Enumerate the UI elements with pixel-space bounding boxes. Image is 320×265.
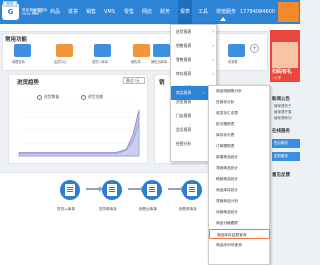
- menu-item-label: 进货报表: [176, 29, 192, 34]
- submenu-item[interactable]: 滞销商品分析: [209, 196, 270, 206]
- promo-image: [272, 42, 298, 68]
- chart-range-select[interactable]: 最近7天: [123, 77, 145, 84]
- purchase-trend-chart: [18, 103, 140, 157]
- menu-item-label: 门店报表: [176, 113, 192, 118]
- news-item[interactable]: 管家婆开春: [274, 110, 292, 115]
- submenu-item[interactable]: 滞销商品统计: [209, 163, 270, 173]
- quick-label-order-query[interactable]: 单据查询: [12, 59, 25, 64]
- chevron-right-icon: ›: [212, 71, 214, 76]
- flow-step-icon[interactable]: [102, 180, 122, 200]
- chevron-right-icon: ›: [203, 90, 205, 95]
- menu-item-purchase-reports[interactable]: 进货报表 ›: [171, 25, 217, 39]
- flow-step-icon[interactable]: [142, 180, 162, 200]
- purchase-in-icon[interactable]: [94, 44, 111, 57]
- menu-item-label: 销售报表: [176, 43, 192, 48]
- news-item[interactable]: 管家婆关于: [274, 104, 292, 109]
- order-query-icon[interactable]: [14, 44, 31, 57]
- legend-amount-marker: [81, 94, 86, 100]
- nav-home[interactable]: 首页: [32, 0, 42, 24]
- online-service-title: 在线服务: [272, 129, 290, 134]
- menu-item-label: 经营分析: [176, 141, 192, 146]
- document-icon: [65, 184, 75, 196]
- custom-service-button[interactable]: 定制服务: [272, 152, 300, 161]
- document-icon: [107, 184, 117, 196]
- submenu-item-stock-settlement-query[interactable]: 商品库存结算查询: [209, 229, 270, 239]
- chevron-right-icon: ›: [212, 43, 214, 48]
- add-shortcut-icon[interactable]: +: [250, 44, 259, 53]
- submenu-item[interactable]: 库存状况表: [209, 130, 270, 140]
- phone-number: 17784084600: [240, 9, 275, 15]
- news-item[interactable]: 管家婆新功: [274, 116, 292, 121]
- chart-title: 进货趋势: [17, 80, 40, 86]
- chevron-right-icon: ›: [212, 57, 214, 62]
- flow-step-icon[interactable]: [182, 180, 202, 200]
- flow-arrow-icon: [128, 186, 145, 192]
- flow-step-icon[interactable]: [60, 180, 80, 200]
- flow-label[interactable]: 销售单库存: [179, 207, 197, 212]
- submenu-item[interactable]: 商品价格跟踪: [209, 218, 270, 228]
- sales-out-icon[interactable]: [153, 44, 170, 57]
- submenu-item[interactable]: 进销存分析: [209, 97, 270, 107]
- menu-item-goods-reports[interactable]: 商品报表 ›: [171, 86, 208, 100]
- nav-goods[interactable]: 商品: [50, 0, 60, 24]
- nav-online-store[interactable]: 网店: [142, 0, 152, 24]
- nav-reports[interactable]: 报表: [178, 0, 193, 24]
- quick-label-sales-order[interactable]: 销售单: [131, 59, 141, 64]
- flow-arrow-icon: [86, 186, 103, 192]
- submenu-item[interactable]: 订单跟踪表: [209, 141, 270, 151]
- menu-caret-icon: [220, 17, 226, 21]
- nav-value-added[interactable]: 增值服务: [216, 0, 236, 24]
- document-icon: [147, 184, 157, 196]
- document-icon: [187, 184, 197, 196]
- purchase-trend-panel: 进货趋势 最近7天 进货数量 进货金额: [8, 74, 148, 164]
- submenu-item[interactable]: 商品库存统计: [209, 185, 270, 195]
- flow-arrow-icon: [168, 186, 185, 192]
- flow-label[interactable]: 进货单库存: [99, 207, 117, 212]
- legend-qty-marker: [37, 94, 42, 100]
- promo-subtitle: 1元享: [272, 76, 282, 80]
- quick-label-profit-report[interactable]: 利润表: [228, 59, 238, 64]
- nav-vms[interactable]: VMS: [104, 0, 115, 24]
- nav-tools[interactable]: 工具: [198, 0, 208, 24]
- nav-finance[interactable]: 财务: [160, 0, 170, 24]
- breadcrumb-home-tab[interactable]: 首页: [3, 1, 17, 7]
- feedback-link[interactable]: 意见反馈: [272, 172, 290, 178]
- submenu-item[interactable]: 新增商品统计: [209, 152, 270, 162]
- sales-panel-title: 销: [159, 80, 165, 86]
- nav-sales[interactable]: 销售: [86, 0, 96, 24]
- quick-label-member-center[interactable]: 会员中心: [54, 59, 67, 64]
- quick-label-purchase-in[interactable]: 进货入库单: [92, 59, 108, 64]
- chevron-right-icon: ›: [212, 29, 214, 34]
- submenu-item[interactable]: 商品明细账分析: [209, 86, 270, 96]
- user-avatar[interactable]: [278, 2, 299, 22]
- menu-item-sales-reports[interactable]: 销售报表 ›: [171, 39, 217, 53]
- menu-item-retail-reports[interactable]: 零售报表 ›: [171, 53, 217, 67]
- submenu-item[interactable]: 收发存汇总表: [209, 108, 270, 118]
- promo-title: 扫码有礼: [272, 69, 293, 75]
- after-sales-button[interactable]: 售后服务: [272, 139, 300, 148]
- submenu-item[interactable]: 商品序列号查询: [209, 240, 270, 250]
- menu-item-label: 会员报表: [176, 127, 192, 132]
- quick-label-sales-out[interactable]: 销售出库单: [151, 59, 167, 64]
- goods-reports-submenu: 商品明细账分析 进销存分析 收发存汇总表 批次跟踪表 库存状况表 订单跟踪表 新…: [208, 85, 270, 265]
- profit-report-icon[interactable]: [228, 44, 245, 57]
- nav-purchase[interactable]: 进货: [68, 0, 78, 24]
- series-area-1: [18, 109, 140, 157]
- member-center-icon[interactable]: [56, 44, 73, 57]
- menu-item-label: 库存报表: [176, 71, 192, 76]
- menu-item-label: 零售报表: [176, 57, 192, 62]
- flow-label[interactable]: 进货入库单: [57, 207, 75, 212]
- breadcrumb-bar: [0, 24, 300, 32]
- sales-order-icon[interactable]: [133, 44, 150, 57]
- submenu-item[interactable]: 批次跟踪表: [209, 119, 270, 129]
- news-title: 新闻公告: [272, 97, 290, 102]
- submenu-item[interactable]: 畅销商品统计: [209, 174, 270, 184]
- nav-retail[interactable]: 零售: [124, 0, 134, 24]
- menu-item-inventory-reports[interactable]: 库存报表 ›: [171, 67, 217, 81]
- submenu-item[interactable]: 动销商品统计: [209, 207, 270, 217]
- flow-label[interactable]: 销售出库单: [139, 207, 157, 212]
- menu-item-label: 商品报表: [176, 90, 192, 95]
- quick-functions-title: 常用功能: [5, 37, 28, 43]
